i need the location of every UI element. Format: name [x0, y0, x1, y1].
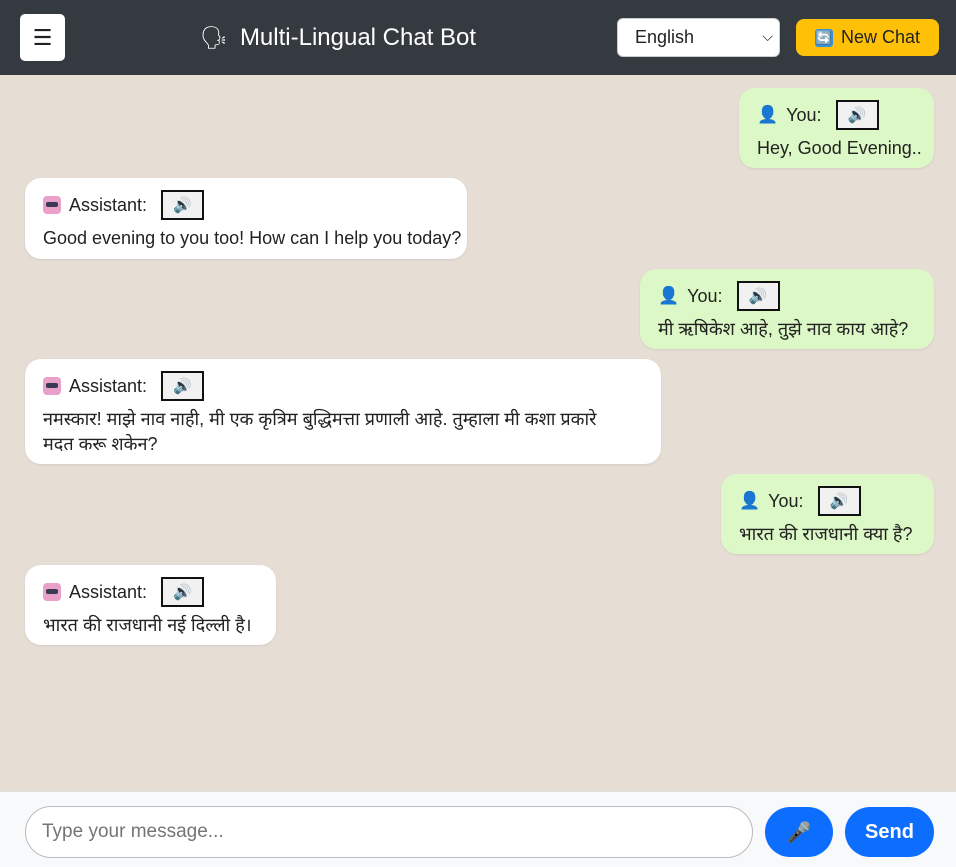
- message-role: Assistant:: [69, 375, 148, 396]
- assistant-message: Assistant: 🔊 भारत की राजधानी नई दिल्ली ह…: [25, 565, 276, 645]
- new-chat-label: New Chat: [840, 27, 921, 47]
- speaker-icon: 🔊: [847, 107, 867, 124]
- user-icon: 👤: [739, 491, 761, 510]
- speaker-icon: 🔊: [829, 493, 849, 510]
- message-text: भारत की राजधानी नई दिल्ली है।: [43, 615, 252, 635]
- app-title-text: Multi-Lingual Chat Bot: [239, 24, 477, 51]
- speak-button[interactable]: 🔊: [161, 190, 205, 220]
- message-text: नमस्कार! माझे नाव नाही, मी एक कृत्रिम बु…: [43, 407, 643, 457]
- send-button[interactable]: Send: [845, 807, 934, 857]
- message-text: मी ऋषिकेश आहे, तुझे नाव काय आहे?: [658, 319, 909, 339]
- chevron-down-icon: ⌵: [762, 28, 773, 44]
- app-header: ☰ 🗣 Multi-Lingual Chat Bot English ⌵ 🔄 N…: [0, 0, 956, 75]
- user-message: 👤 You: 🔊 भारत की राजधानी क्या है?: [721, 474, 934, 554]
- user-icon: 👤: [757, 105, 779, 124]
- message-text: Good evening to you too! How can I help …: [43, 228, 462, 248]
- message-text-line: मदत करू शकेन?: [43, 434, 158, 454]
- message-role: Assistant:: [69, 194, 148, 215]
- speaker-icon: 🔊: [748, 288, 768, 305]
- app-title: 🗣 Multi-Lingual Chat Bot: [200, 22, 476, 54]
- input-bar: 🎤 Send: [0, 791, 956, 867]
- speak-button[interactable]: 🔊: [161, 371, 205, 401]
- speaker-icon: 🔊: [173, 584, 192, 601]
- message-input[interactable]: [25, 806, 753, 858]
- refresh-icon: 🔄: [814, 28, 833, 47]
- mic-button[interactable]: 🎤: [765, 807, 833, 857]
- message-role: You:: [786, 104, 822, 125]
- speak-button[interactable]: 🔊: [736, 281, 780, 311]
- assistant-message: Assistant: 🔊 Good evening to you too! Ho…: [25, 178, 467, 259]
- assistant-message: Assistant: 🔊 नमस्कार! माझे नाव नाही, मी …: [25, 359, 661, 464]
- robot-icon: [43, 583, 61, 601]
- user-icon: 👤: [658, 286, 680, 305]
- speaking-head-icon: 🗣: [200, 25, 228, 50]
- message-text: Hey, Good Evening..: [757, 138, 922, 158]
- language-select[interactable]: English ⌵: [617, 18, 780, 57]
- robot-icon: [43, 377, 61, 395]
- speaker-icon: 🔊: [173, 197, 192, 214]
- message-text: भारत की राजधानी क्या है?: [739, 524, 913, 544]
- speak-button[interactable]: 🔊: [161, 577, 205, 607]
- message-role: You:: [768, 490, 804, 511]
- speak-button[interactable]: 🔊: [817, 486, 861, 516]
- message-text-line: नमस्कार! माझे नाव नाही, मी एक कृत्रिम बु…: [43, 409, 597, 429]
- menu-button[interactable]: ☰: [20, 14, 65, 61]
- microphone-icon: 🎤: [786, 821, 812, 844]
- message-role: Assistant:: [69, 581, 148, 602]
- new-chat-button[interactable]: 🔄 New Chat: [796, 19, 939, 56]
- hamburger-icon: ☰: [32, 24, 53, 50]
- language-select-value: English: [635, 27, 695, 47]
- speak-button[interactable]: 🔊: [835, 100, 879, 130]
- speaker-icon: 🔊: [173, 378, 192, 395]
- user-message: 👤 You: 🔊 Hey, Good Evening..: [739, 88, 934, 168]
- user-message: 👤 You: 🔊 मी ऋषिकेश आहे, तुझे नाव काय आहे…: [640, 269, 934, 349]
- robot-icon: [43, 196, 61, 214]
- message-role: You:: [687, 285, 723, 306]
- chat-area[interactable]: 👤 You: 🔊 Hey, Good Evening.. Assistant: …: [0, 75, 956, 791]
